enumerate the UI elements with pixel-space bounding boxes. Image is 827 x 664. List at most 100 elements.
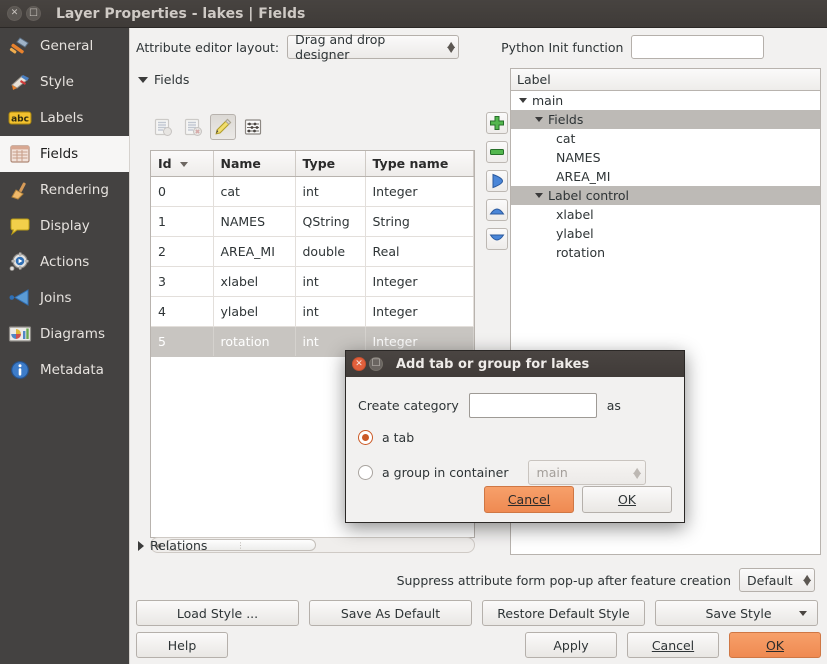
close-icon[interactable]: ✕ xyxy=(7,6,22,21)
sidebar-item-labels[interactable]: abc Labels xyxy=(0,100,129,136)
sidebar-item-joins[interactable]: Joins xyxy=(0,280,129,316)
tree-node-cat[interactable]: cat xyxy=(511,129,820,148)
option-a-group-in-container[interactable]: a group in container main ▲ ▼ xyxy=(358,460,646,485)
join-arrow-icon xyxy=(8,287,32,309)
minus-icon xyxy=(490,149,504,155)
window-titlebar: ✕ ☐ Layer Properties - lakes | Fields xyxy=(0,0,827,28)
tree-node-label: NAMES xyxy=(556,150,601,165)
window-controls: ✕ ☐ xyxy=(7,6,41,21)
fields-group-label: Fields xyxy=(154,72,190,87)
ok-button[interactable]: OK xyxy=(729,632,821,658)
cell-type-name: Integer xyxy=(365,296,474,327)
load-style-button[interactable]: Load Style ... xyxy=(136,600,299,626)
add-field-button[interactable] xyxy=(486,170,508,192)
cell-type-name: Real xyxy=(365,236,474,267)
maximize-icon[interactable]: ☐ xyxy=(369,357,383,371)
maximize-icon[interactable]: ☐ xyxy=(26,6,41,21)
sidebar-item-fields[interactable]: Fields xyxy=(0,136,129,172)
option-a-tab-label: a tab xyxy=(382,430,415,445)
cell-id: 3 xyxy=(151,266,214,297)
move-down-button[interactable] xyxy=(486,228,508,250)
chevron-down-icon[interactable] xyxy=(799,610,807,616)
fields-table: Id Name Type Type name 0 cat int Integer xyxy=(151,151,474,357)
tree-node-area-mi[interactable]: AREA_MI xyxy=(511,167,820,186)
tree-node-names[interactable]: NAMES xyxy=(511,148,820,167)
add-item-button[interactable] xyxy=(486,112,508,134)
gear-play-icon xyxy=(8,251,32,273)
chevron-down-icon[interactable] xyxy=(519,98,527,103)
attribute-editor-layout-combo[interactable]: Drag and drop designer ▲ ▼ xyxy=(287,32,460,62)
table-row[interactable]: 2 AREA_MI double Real xyxy=(151,236,474,267)
dialog-cancel-button[interactable]: Cancel xyxy=(484,486,574,513)
tree-toolbar xyxy=(486,112,508,250)
sidebar-item-general[interactable]: General xyxy=(0,28,129,64)
save-style-button[interactable]: Save Style xyxy=(655,600,818,626)
tree-node-ylabel[interactable]: ylabel xyxy=(511,224,820,243)
attribute-editor-layout-label: Attribute editor layout: xyxy=(136,39,280,55)
attribute-editor-layout-value: Drag and drop designer xyxy=(295,32,386,62)
table-row[interactable]: 1 NAMES QString String xyxy=(151,206,474,237)
arrow-up-icon xyxy=(489,208,505,215)
apply-button[interactable]: Apply xyxy=(525,632,617,658)
table-row[interactable]: 3 xlabel int Integer xyxy=(151,266,474,297)
remove-item-button[interactable] xyxy=(486,141,508,163)
dialog-buttons-row: Help Apply Cancel OK xyxy=(136,632,821,658)
sidebar-item-rendering[interactable]: Rendering xyxy=(0,172,129,208)
tree-column-header[interactable]: Label xyxy=(511,69,820,91)
window-title: Layer Properties - lakes | Fields xyxy=(56,5,306,22)
tree-node-label-control[interactable]: Label control xyxy=(511,186,820,205)
column-header-type[interactable]: Type xyxy=(295,151,366,177)
tree-node-main[interactable]: main xyxy=(511,91,820,110)
table-row[interactable]: 4 ylabel int Integer xyxy=(151,296,474,327)
sidebar-item-metadata[interactable]: Metadata xyxy=(0,352,129,388)
dialog-ok-button[interactable]: OK xyxy=(582,486,672,513)
column-header-type-name[interactable]: Type name xyxy=(365,151,474,177)
chevron-down-icon[interactable] xyxy=(535,117,543,122)
dialog-action-buttons: Cancel OK xyxy=(484,486,672,513)
cancel-button[interactable]: Cancel xyxy=(627,632,719,658)
fields-panel: Attribute editor layout: Drag and drop d… xyxy=(130,28,827,664)
column-header-id[interactable]: Id xyxy=(151,151,214,177)
sidebar-item-style[interactable]: Style xyxy=(0,64,129,100)
sidebar-item-label: Rendering xyxy=(40,182,109,198)
new-field-button[interactable] xyxy=(150,114,176,140)
create-category-input[interactable] xyxy=(468,393,597,418)
suppress-form-combo[interactable]: Default ▲ ▼ xyxy=(739,568,815,592)
tree-node-label: AREA_MI xyxy=(556,169,611,184)
column-header-name[interactable]: Name xyxy=(213,151,296,177)
table-header-row: Id Name Type Type name xyxy=(151,151,474,177)
table-row[interactable]: 0 cat int Integer xyxy=(151,176,474,207)
sidebar-item-diagrams[interactable]: Diagrams xyxy=(0,316,129,352)
toggle-editing-button[interactable] xyxy=(210,114,236,140)
delete-field-button[interactable] xyxy=(180,114,206,140)
hammer-icon xyxy=(8,35,32,57)
tree-node-rotation[interactable]: rotation xyxy=(511,243,820,262)
help-button[interactable]: Help xyxy=(136,632,228,658)
container-combo: main ▲ ▼ xyxy=(527,460,646,485)
tree-node-fields[interactable]: Fields xyxy=(511,110,820,129)
python-init-function-input[interactable] xyxy=(631,35,765,59)
tree-node-label: main xyxy=(532,93,564,108)
sidebar-item-actions[interactable]: Actions xyxy=(0,244,129,280)
cell-id: 4 xyxy=(151,296,214,327)
cell-type-name: Integer xyxy=(365,266,474,297)
create-category-label: Create category xyxy=(358,398,459,413)
sidebar-item-label: General xyxy=(40,38,94,54)
sidebar-item-display[interactable]: Display xyxy=(0,208,129,244)
save-as-default-button[interactable]: Save As Default xyxy=(309,600,472,626)
field-calculator-button[interactable] xyxy=(240,114,266,140)
radio-a-group-icon[interactable] xyxy=(358,465,373,480)
abc-label-icon: abc xyxy=(8,107,32,129)
radio-a-tab-icon[interactable] xyxy=(358,430,373,445)
fields-group-header[interactable]: Fields xyxy=(138,72,189,87)
cell-name: NAMES xyxy=(213,206,296,237)
restore-default-style-button[interactable]: Restore Default Style xyxy=(482,600,645,626)
chevron-updown-icon: ▲ ▼ xyxy=(802,573,811,587)
option-a-tab[interactable]: a tab xyxy=(358,430,414,445)
relations-group-header[interactable]: Relations xyxy=(138,538,207,553)
chevron-down-icon[interactable] xyxy=(535,193,543,198)
close-icon[interactable]: ✕ xyxy=(352,357,366,371)
tree-node-xlabel[interactable]: xlabel xyxy=(511,205,820,224)
move-up-button[interactable] xyxy=(486,199,508,221)
chevron-updown-icon: ▲ ▼ xyxy=(447,40,456,54)
